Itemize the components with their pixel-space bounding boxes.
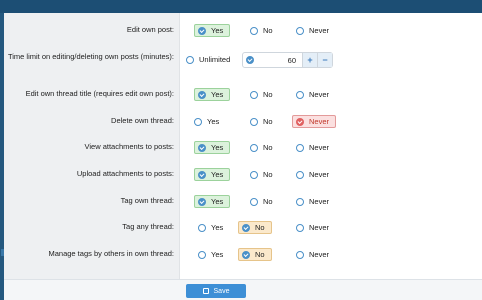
- radio-icon: [296, 90, 304, 99]
- radio-icon: [250, 170, 258, 179]
- option-never[interactable]: Never: [296, 168, 329, 181]
- radio-icon: [186, 55, 194, 64]
- option-no[interactable]: No: [250, 115, 273, 128]
- top-bar: [0, 0, 482, 13]
- radio-icon: [194, 117, 202, 126]
- row-label: Manage tags by others in own thread:: [48, 249, 175, 258]
- option-yes[interactable]: Yes: [198, 248, 223, 261]
- row-label: Tag own thread:: [120, 196, 174, 205]
- radio-icon: [250, 26, 258, 35]
- row-label: Delete own thread:: [111, 116, 174, 125]
- row-label: Edit own thread title (requires edit own…: [25, 89, 174, 98]
- radio-icon: [198, 250, 206, 259]
- radio-icon: [296, 223, 304, 232]
- option-yes[interactable]: Yes: [194, 88, 231, 101]
- option-never[interactable]: Never: [292, 115, 337, 128]
- option-never[interactable]: Never: [296, 24, 329, 37]
- time-limit-value[interactable]: 60: [254, 56, 302, 65]
- radio-icon: [296, 170, 304, 179]
- option-no[interactable]: No: [238, 248, 272, 261]
- option-no[interactable]: No: [250, 141, 273, 154]
- radio-checked-icon: [198, 170, 206, 179]
- option-no[interactable]: No: [238, 221, 272, 234]
- radio-icon: [250, 90, 258, 99]
- radio-icon: [250, 143, 258, 152]
- radio-icon: [250, 117, 258, 126]
- option-unlimited[interactable]: Unlimited: [186, 53, 230, 66]
- option-yes[interactable]: Yes: [194, 141, 231, 154]
- row-label: Upload attachments to posts:: [76, 169, 174, 178]
- option-never[interactable]: Never: [296, 248, 329, 261]
- option-never[interactable]: Never: [296, 195, 329, 208]
- radio-checked-icon: [198, 90, 206, 99]
- save-button[interactable]: Save: [186, 284, 246, 298]
- radio-checked-icon: [296, 117, 304, 126]
- radio-icon: [296, 197, 304, 206]
- option-no[interactable]: No: [250, 88, 273, 101]
- radio-checked-icon: [198, 143, 206, 152]
- row-label: Edit own post:: [126, 25, 174, 34]
- decrement-button[interactable]: −: [317, 53, 332, 67]
- option-never[interactable]: Never: [296, 221, 329, 234]
- option-yes[interactable]: Yes: [194, 24, 231, 37]
- radio-icon: [198, 223, 206, 232]
- radio-checked-icon: [242, 223, 250, 232]
- form-footer: Save: [4, 279, 482, 300]
- option-no[interactable]: No: [250, 168, 273, 181]
- row-label: Tag any thread:: [122, 222, 174, 231]
- option-yes[interactable]: Yes: [194, 168, 231, 181]
- radio-checked-icon: [198, 197, 206, 206]
- row-label: View attachments to posts:: [84, 142, 175, 151]
- option-no[interactable]: No: [250, 24, 273, 37]
- permissions-panel: Edit own post: Yes No Never Time limit o…: [4, 13, 482, 300]
- option-no[interactable]: No: [250, 195, 273, 208]
- option-yes[interactable]: Yes: [198, 221, 223, 234]
- radio-icon: [296, 26, 304, 35]
- time-limit-stepper[interactable]: 60 + −: [242, 52, 333, 68]
- save-icon: [202, 288, 209, 294]
- radio-icon: [250, 197, 258, 206]
- save-label: Save: [213, 287, 230, 295]
- radio-checked-icon: [242, 250, 250, 259]
- radio-checked-icon: [198, 26, 206, 35]
- option-yes[interactable]: Yes: [194, 195, 231, 208]
- radio-checked-icon[interactable]: [246, 56, 254, 64]
- option-never[interactable]: Never: [296, 88, 329, 101]
- row-label: Time limit on editing/deleting own posts…: [7, 52, 174, 61]
- radio-icon: [296, 143, 304, 152]
- radio-icon: [296, 250, 304, 259]
- option-never[interactable]: Never: [296, 141, 329, 154]
- option-yes[interactable]: Yes: [194, 115, 219, 128]
- increment-button[interactable]: +: [302, 53, 317, 67]
